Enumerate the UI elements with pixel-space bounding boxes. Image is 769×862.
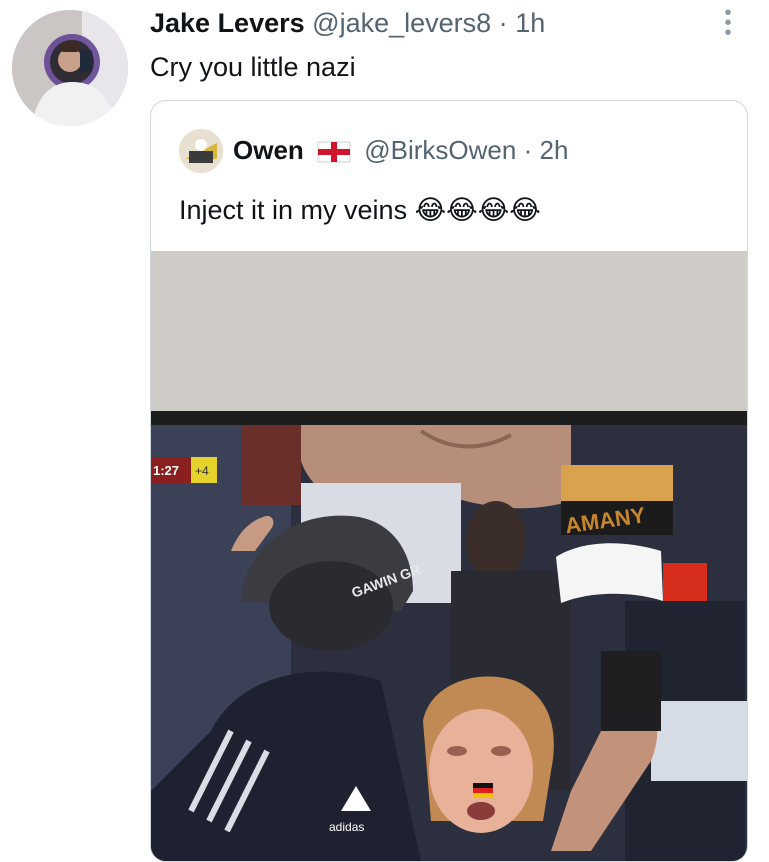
laughing-emoji-group: 😂😂😂😂 — [414, 195, 541, 225]
quoted-avatar-photo — [179, 129, 223, 173]
england-flag-icon — [317, 135, 351, 173]
avatar-photo — [12, 10, 128, 126]
quoted-tweet-header: Owen @BirksOwen · 2h — [233, 131, 568, 173]
quoted-separator-dot: · — [523, 135, 533, 165]
tweet-text: Cry you little nazi — [150, 52, 356, 82]
separator-dot: · — [498, 8, 508, 38]
quoted-text-body: Inject it in my veins — [179, 195, 408, 225]
tv-added-time: +4 — [195, 464, 209, 478]
quoted-tweet-time[interactable]: 2h — [540, 135, 569, 165]
shirt-brand: adidas — [329, 820, 364, 834]
quoted-tweet-text: Inject it in my veins 😂😂😂😂 — [179, 191, 541, 229]
quoted-author-handle[interactable]: @BirksOwen — [364, 135, 516, 165]
author-avatar[interactable] — [12, 10, 128, 126]
more-dots-icon[interactable]: • • • — [716, 3, 740, 43]
quoted-author-name[interactable]: Owen — [233, 135, 304, 165]
tv-score: 1:27 — [153, 463, 179, 478]
quoted-author-avatar[interactable] — [179, 129, 223, 173]
tweet-time[interactable]: 1h — [515, 8, 545, 38]
author-handle[interactable]: @jake_levers8 — [312, 8, 491, 38]
tv-photo: AMANY 1:27 +4 GAWIN GR adidas — [151, 251, 747, 861]
quoted-tweet-card[interactable]: Owen @BirksOwen · 2h Inject it in my vei… — [150, 100, 748, 862]
tweet-header: Jake Levers @jake_levers8 · 1h — [150, 6, 545, 40]
quoted-tweet-image[interactable]: AMANY 1:27 +4 GAWIN GR adidas — [151, 251, 747, 861]
author-name[interactable]: Jake Levers — [150, 8, 305, 38]
